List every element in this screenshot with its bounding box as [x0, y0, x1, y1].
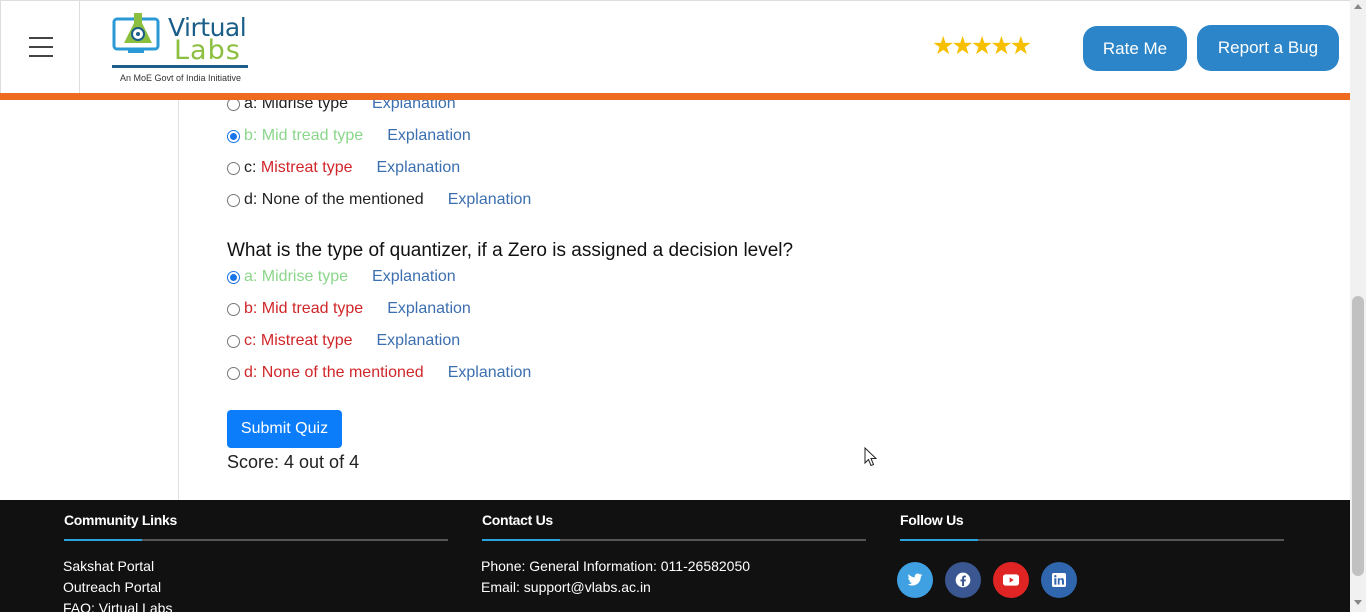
- question-text: What is the type of quantizer, if a Zero…: [227, 240, 794, 261]
- site-header: Virtual Labs An MoE Govt of India Initia…: [0, 0, 1350, 94]
- submit-quiz-button[interactable]: Submit Quiz: [227, 410, 342, 448]
- option-letter: b:: [244, 300, 258, 317]
- contact-us-heading: Contact Us: [482, 512, 553, 528]
- explanation-link[interactable]: Explanation: [387, 300, 471, 318]
- community-links-heading: Community Links: [64, 512, 177, 528]
- contact-phone: Phone: General Information: 011-26582050: [481, 558, 751, 574]
- explanation-link[interactable]: Explanation: [377, 159, 461, 177]
- sidebar-divider: [178, 100, 179, 500]
- option-letter: c:: [244, 159, 257, 176]
- radio-button[interactable]: [227, 366, 240, 380]
- menu-toggle[interactable]: [0, 1, 80, 94]
- heading-rule-accent: [482, 539, 560, 541]
- explanation-link[interactable]: Explanation: [448, 191, 532, 209]
- faq-virtual-labs-link[interactable]: FAQ: Virtual Labs: [63, 600, 172, 612]
- heading-rule-accent: [64, 539, 142, 541]
- option-text: Midrise type: [261, 268, 349, 285]
- option-text: Mid tread type: [261, 127, 364, 144]
- facebook-icon[interactable]: [945, 562, 981, 598]
- rate-me-button[interactable]: Rate Me: [1083, 26, 1187, 71]
- scroll-down-arrow-icon[interactable]: [1354, 600, 1362, 605]
- option-text: None of the mentioned: [261, 191, 424, 208]
- site-footer: Community Links Sakshat Portal Outreach …: [0, 500, 1350, 612]
- option-text: Mid tread type: [261, 300, 364, 317]
- option-letter: a:: [244, 268, 258, 285]
- scrollbar-thumb[interactable]: [1352, 296, 1364, 576]
- scroll-up-arrow-icon[interactable]: [1354, 4, 1362, 9]
- report-bug-button[interactable]: Report a Bug: [1197, 25, 1339, 71]
- option-text: Mistreat type: [260, 332, 353, 349]
- hamburger-icon[interactable]: [29, 37, 53, 57]
- option-a[interactable]: a: Midrise type Explanation: [227, 267, 456, 287]
- option-text: Mistreat type: [260, 159, 353, 176]
- option-b[interactable]: b: Mid tread type Explanation: [227, 299, 471, 319]
- mouse-cursor-icon: [864, 447, 877, 467]
- radio-button[interactable]: [227, 193, 240, 207]
- youtube-icon[interactable]: [993, 562, 1029, 598]
- radio-button-selected[interactable]: [227, 270, 240, 284]
- logo-underline: [112, 65, 248, 68]
- explanation-link[interactable]: Explanation: [387, 127, 471, 145]
- option-letter: d:: [244, 364, 258, 381]
- prev-option-d[interactable]: d: None of the mentioned Explanation: [227, 190, 531, 210]
- rating-stars: ★★★★★: [932, 32, 1032, 60]
- twitter-icon[interactable]: [897, 562, 933, 598]
- logo-tagline: An MoE Govt of India Initiative: [120, 73, 242, 83]
- radio-button[interactable]: [227, 161, 240, 175]
- explanation-link[interactable]: Explanation: [377, 332, 461, 350]
- contact-email[interactable]: Email: support@vlabs.ac.in: [481, 579, 651, 595]
- page: Virtual Labs An MoE Govt of India Initia…: [0, 0, 1366, 612]
- follow-us-heading: Follow Us: [900, 512, 964, 528]
- virtual-labs-logo[interactable]: Virtual Labs An MoE Govt of India Initia…: [110, 7, 255, 87]
- option-d[interactable]: d: None of the mentioned Explanation: [227, 363, 531, 383]
- flask-gear-icon: [112, 13, 160, 53]
- prev-option-b[interactable]: b: Mid tread type Explanation: [227, 126, 471, 146]
- logo-word-labs: Labs: [174, 35, 241, 66]
- heading-rule-accent: [900, 539, 978, 541]
- explanation-link[interactable]: Explanation: [448, 364, 532, 382]
- score-text: Score: 4 out of 4: [227, 452, 360, 472]
- explanation-link[interactable]: Explanation: [372, 268, 456, 286]
- linkedin-icon[interactable]: [1041, 562, 1077, 598]
- prev-option-c[interactable]: c: Mistreat type Explanation: [227, 158, 460, 178]
- radio-button-selected[interactable]: [227, 129, 240, 143]
- outreach-portal-link[interactable]: Outreach Portal: [63, 579, 161, 595]
- option-letter: d:: [244, 191, 258, 208]
- option-letter: c:: [244, 332, 257, 349]
- quiz-content: a: Midrise type Explanation b: Mid tread…: [0, 95, 1350, 500]
- option-c[interactable]: c: Mistreat type Explanation: [227, 331, 460, 351]
- radio-button[interactable]: [227, 334, 240, 348]
- radio-button[interactable]: [227, 302, 240, 316]
- option-letter: b:: [244, 127, 258, 144]
- sakshat-portal-link[interactable]: Sakshat Portal: [63, 558, 154, 574]
- option-text: None of the mentioned: [261, 364, 424, 381]
- header-accent-bar: [0, 93, 1350, 100]
